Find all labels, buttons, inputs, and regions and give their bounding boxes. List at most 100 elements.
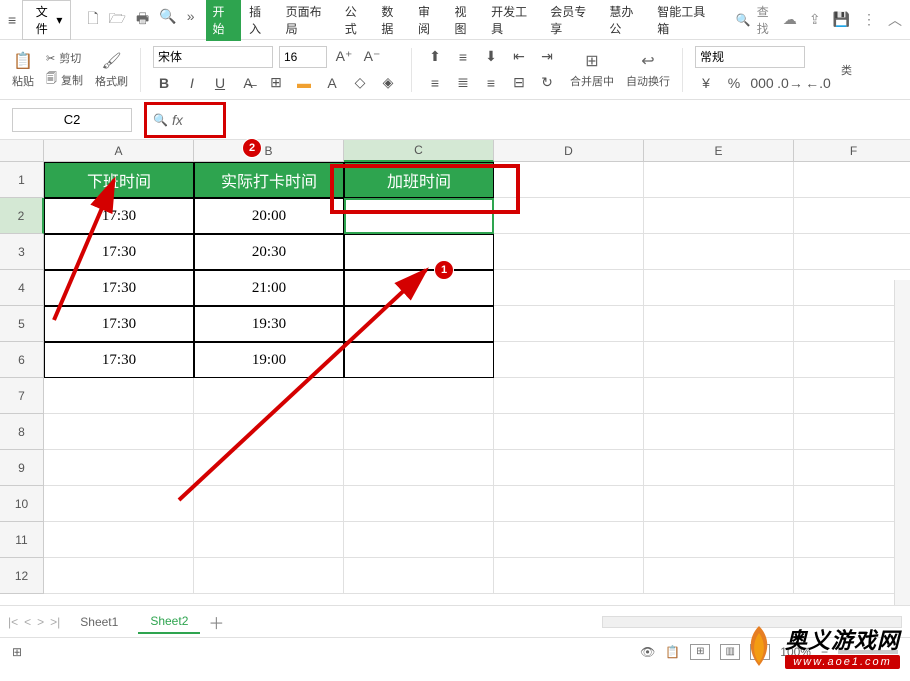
cell[interactable] (644, 162, 794, 198)
align-left-icon[interactable]: ≡ (424, 72, 446, 94)
kebab-icon[interactable]: ⋮ (862, 11, 876, 28)
table-cell[interactable]: 17:30 (44, 198, 194, 234)
search-icon[interactable]: 🔍 (736, 13, 751, 27)
cell[interactable] (344, 558, 494, 594)
col-header-D[interactable]: D (494, 140, 644, 162)
size-select[interactable] (279, 46, 327, 68)
cell[interactable] (644, 378, 794, 414)
cell[interactable] (494, 486, 644, 522)
strike-button[interactable]: A̶ (237, 72, 259, 94)
cell[interactable] (794, 198, 910, 234)
open-icon[interactable]: 🗁 (109, 8, 126, 32)
cell[interactable] (194, 450, 344, 486)
sheet-last-icon[interactable]: >| (50, 615, 60, 629)
table-cell[interactable]: 17:30 (44, 306, 194, 342)
row-header-10[interactable]: 10 (0, 486, 44, 522)
formula-input[interactable] (187, 110, 217, 130)
cell[interactable] (794, 306, 910, 342)
table-cell[interactable]: 19:30 (194, 306, 344, 342)
cell[interactable] (794, 522, 910, 558)
clear-button[interactable]: ◈ (377, 72, 399, 94)
view-normal-icon[interactable]: ⊞ (690, 644, 710, 660)
fill-button[interactable]: ▬ (293, 72, 315, 94)
table-cell[interactable]: 21:00 (194, 270, 344, 306)
cell[interactable] (344, 486, 494, 522)
cell[interactable] (644, 522, 794, 558)
table-cell[interactable] (344, 306, 494, 342)
cell[interactable] (494, 378, 644, 414)
cell[interactable] (794, 414, 910, 450)
row-header-9[interactable]: 9 (0, 450, 44, 486)
table-cell[interactable]: 20:30 (194, 234, 344, 270)
orientation-icon[interactable]: ↻ (536, 72, 558, 94)
cell[interactable] (194, 486, 344, 522)
cell[interactable] (494, 198, 644, 234)
table-cell[interactable] (344, 270, 494, 306)
eye-icon[interactable]: 👁 (640, 645, 655, 659)
align-mid-icon[interactable]: ≡ (452, 46, 474, 68)
sheet-tab-2[interactable]: Sheet2 (138, 610, 200, 634)
tab-data[interactable]: 数据 (375, 0, 410, 41)
increase-font-icon[interactable]: A⁺ (333, 46, 355, 68)
indent-inc-icon[interactable]: ⇥ (536, 46, 558, 68)
table-cell[interactable] (344, 198, 494, 234)
add-sheet-button[interactable]: ＋ (208, 610, 224, 634)
merge-icon[interactable]: ⊞ (585, 51, 598, 71)
cell[interactable] (644, 450, 794, 486)
cell[interactable] (44, 522, 194, 558)
number-format-select[interactable] (695, 46, 805, 68)
cell[interactable] (644, 558, 794, 594)
row-header-7[interactable]: 7 (0, 378, 44, 414)
row-header-11[interactable]: 11 (0, 522, 44, 558)
cell[interactable] (794, 558, 910, 594)
row-header-5[interactable]: 5 (0, 306, 44, 342)
row-header-2[interactable]: 2 (0, 198, 44, 234)
file-menu[interactable]: 文件▾ (22, 0, 71, 40)
cell[interactable] (794, 450, 910, 486)
cell[interactable] (644, 342, 794, 378)
indent-dec-icon[interactable]: ⇤ (508, 46, 530, 68)
cell[interactable] (644, 306, 794, 342)
fx-search-icon[interactable]: 🔍 (153, 113, 168, 127)
row-header-4[interactable]: 4 (0, 270, 44, 306)
cell[interactable] (644, 414, 794, 450)
tab-formula[interactable]: 公式 (339, 0, 374, 41)
vertical-scrollbar[interactable] (894, 280, 910, 605)
cell[interactable] (494, 342, 644, 378)
cell[interactable] (494, 522, 644, 558)
col-header-F[interactable]: F (794, 140, 910, 162)
tab-member[interactable]: 会员专享 (544, 0, 601, 41)
cell[interactable] (194, 378, 344, 414)
row-header-8[interactable]: 8 (0, 414, 44, 450)
align-top-icon[interactable]: ⬆ (424, 46, 446, 68)
col-header-B[interactable]: B (194, 140, 344, 162)
namebox-input[interactable] (12, 108, 132, 132)
col-header-E[interactable]: E (644, 140, 794, 162)
cell[interactable] (194, 558, 344, 594)
tab-start[interactable]: 开始 (206, 0, 241, 41)
border-button[interactable]: ⊞ (265, 72, 287, 94)
font-select[interactable] (153, 46, 273, 68)
align-right-icon[interactable]: ≡ (480, 72, 502, 94)
cell[interactable] (644, 270, 794, 306)
cell[interactable] (344, 414, 494, 450)
tab-hui[interactable]: 慧办公 (603, 0, 649, 41)
fx-icon[interactable]: fx (172, 112, 183, 128)
tab-dev[interactable]: 开发工具 (485, 0, 542, 41)
menu-icon[interactable]: ≡ (8, 12, 16, 28)
cell[interactable] (794, 378, 910, 414)
table-cell[interactable]: 17:30 (44, 342, 194, 378)
tab-layout[interactable]: 页面布局 (280, 0, 337, 41)
cell[interactable] (344, 378, 494, 414)
cell[interactable] (794, 486, 910, 522)
cell[interactable] (494, 450, 644, 486)
table-cell[interactable]: 20:00 (194, 198, 344, 234)
cell[interactable] (644, 486, 794, 522)
cell[interactable] (494, 558, 644, 594)
comma-icon[interactable]: 000 (751, 72, 773, 94)
table-header[interactable]: 实际打卡时间 (194, 162, 344, 198)
row-header-3[interactable]: 3 (0, 234, 44, 270)
cell[interactable] (194, 522, 344, 558)
cell[interactable] (494, 270, 644, 306)
dec-dec-icon[interactable]: ←.0 (807, 72, 829, 94)
